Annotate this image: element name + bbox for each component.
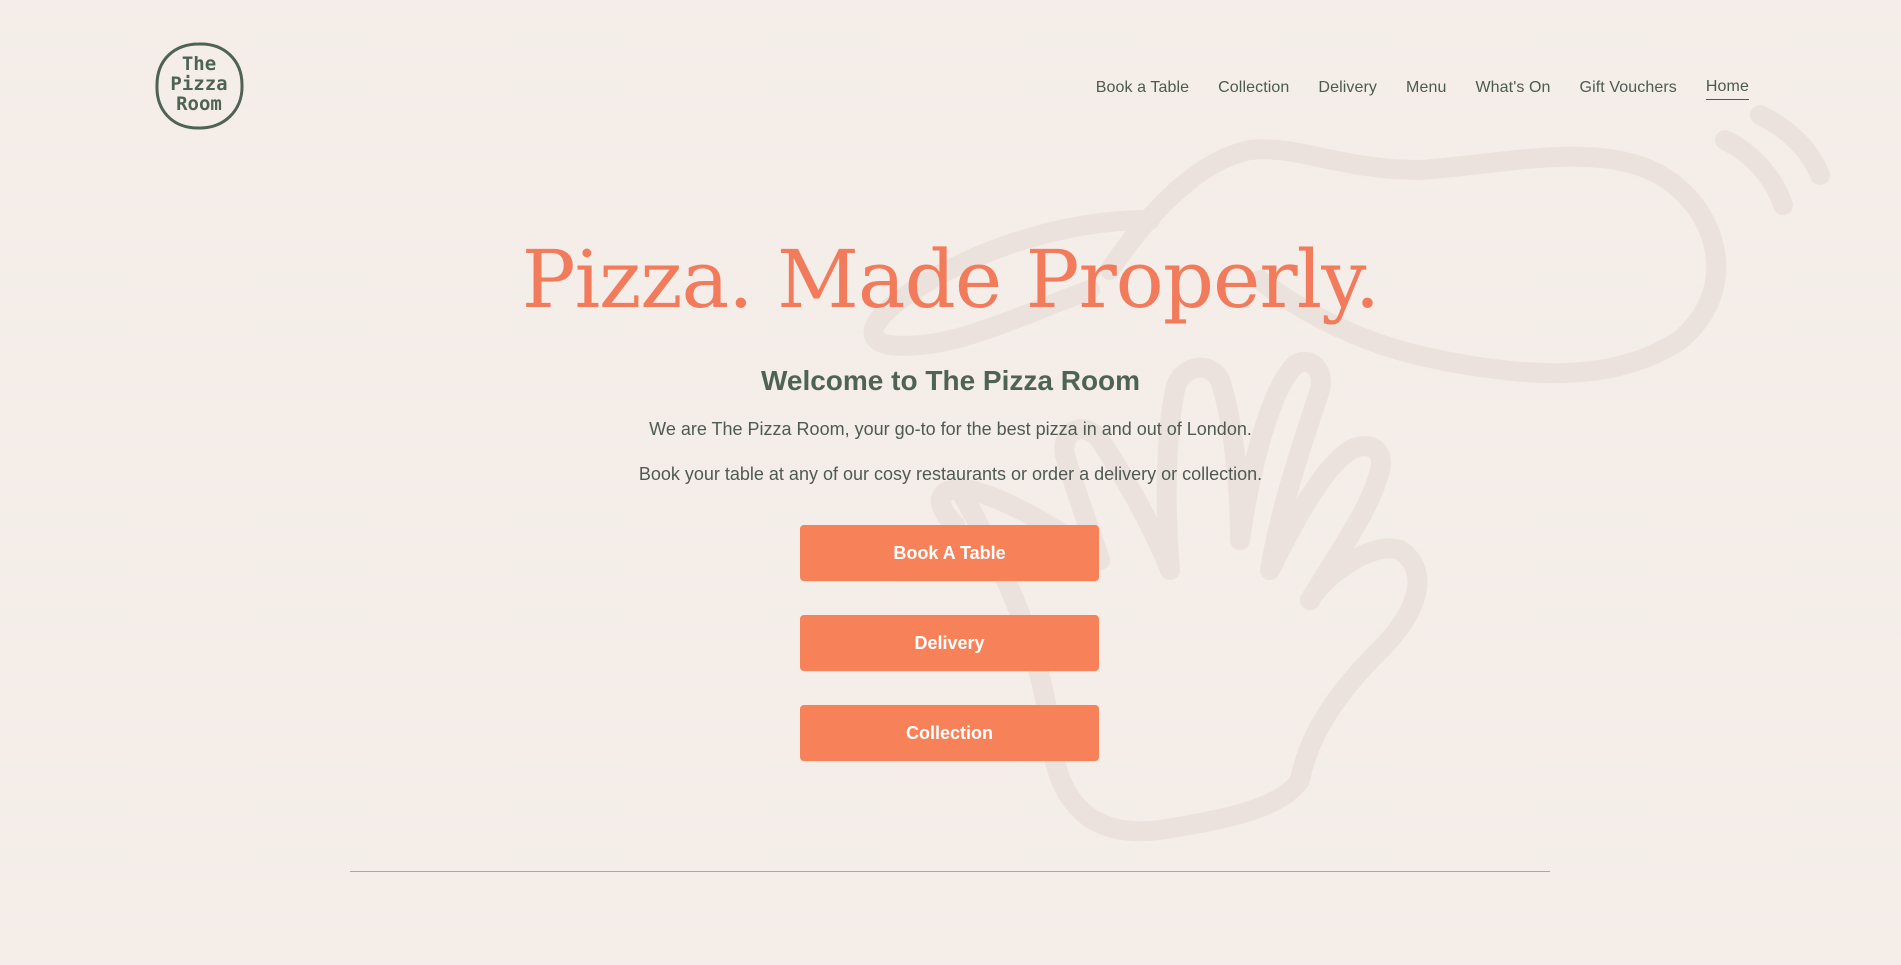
nav-home[interactable]: Home	[1705, 78, 1749, 100]
nav-book-a-table[interactable]: Book a Table	[1096, 79, 1189, 100]
logo-text: The Pizza Room	[170, 53, 228, 115]
main-nav: Book a Table Collection Delivery Menu Wh…	[1096, 78, 1749, 100]
hero-intro-text: We are The Pizza Room, your go-to for th…	[649, 419, 1252, 439]
nav-whats-on[interactable]: What's On	[1475, 79, 1550, 100]
logo[interactable]: The Pizza Room	[152, 40, 246, 132]
delivery-button[interactable]: Delivery	[800, 615, 1099, 671]
nav-gift-vouchers[interactable]: Gift Vouchers	[1580, 79, 1677, 100]
book-a-table-button[interactable]: Book A Table	[800, 525, 1099, 581]
page: The Pizza Room Book a Table Collection D…	[0, 0, 1901, 965]
section-divider	[350, 871, 1550, 872]
hero-section: Pizza. Made Properly. Welcome to The Piz…	[0, 225, 1901, 485]
hero-subtitle: Welcome to The Pizza Room	[760, 365, 1141, 396]
collection-button[interactable]: Collection	[800, 705, 1099, 761]
nav-collection[interactable]: Collection	[1218, 79, 1289, 100]
hero-title: Pizza. Made Properly.	[521, 233, 1380, 326]
cta-buttons: Book A Table Delivery Collection	[800, 525, 1099, 795]
nav-delivery[interactable]: Delivery	[1318, 79, 1377, 100]
hero-booking-text: Book your table at any of our cosy resta…	[638, 464, 1263, 484]
nav-menu[interactable]: Menu	[1406, 79, 1446, 100]
